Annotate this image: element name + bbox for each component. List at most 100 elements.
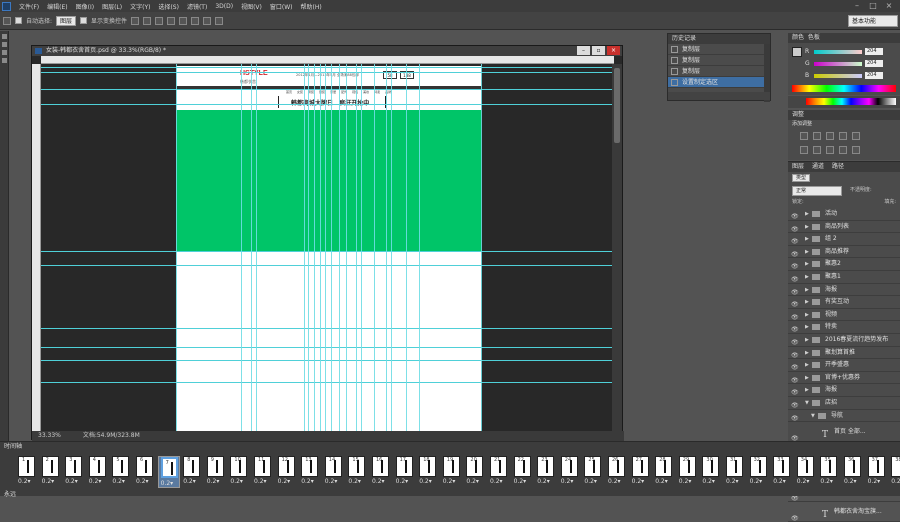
close-icon[interactable]: × xyxy=(884,1,894,10)
frame-delay[interactable]: 0.2▾ xyxy=(702,478,715,485)
timeline-frame[interactable]: 24 0.2▾ xyxy=(559,456,581,488)
visibility-eye-icon[interactable]: 👁 xyxy=(791,312,799,321)
visibility-eye-icon[interactable]: 👁 xyxy=(791,236,799,245)
frame-delay[interactable]: 0.2▾ xyxy=(419,478,432,485)
frame-delay[interactable]: 0.2▾ xyxy=(301,478,314,485)
timeline-frame[interactable]: 38 0.2▾ xyxy=(889,456,900,488)
timeline-frame[interactable]: 8 0.2▾ xyxy=(181,456,203,488)
canvas-area[interactable]: HSTYLE 韩都衣舍 2012年1月—2013年5月 全场满88包邮 58 1… xyxy=(41,64,614,431)
auto-select-checkbox[interactable] xyxy=(15,17,22,24)
layer-row[interactable]: 👁 ▶ 聚惠2 xyxy=(788,258,900,271)
frame-delay[interactable]: 0.2▾ xyxy=(207,478,220,485)
frame-delay[interactable]: 0.2▾ xyxy=(868,478,881,485)
timeline-frame[interactable]: 20 0.2▾ xyxy=(464,456,486,488)
distribute-icon[interactable] xyxy=(203,16,212,25)
align-middle-icon[interactable] xyxy=(143,16,152,25)
frame-delay[interactable]: 0.2▾ xyxy=(655,478,668,485)
timeline-frame[interactable]: 16 0.2▾ xyxy=(370,456,392,488)
frame-delay[interactable]: 0.2▾ xyxy=(325,478,338,485)
frame-delay[interactable]: 0.2▾ xyxy=(230,478,243,485)
tab-channels[interactable]: 通道 xyxy=(812,162,824,172)
levels-icon[interactable] xyxy=(813,132,821,140)
timeline-frame[interactable]: 23 0.2▾ xyxy=(535,456,557,488)
menu-edit[interactable]: 编辑(E) xyxy=(43,2,71,11)
tool-icon[interactable] xyxy=(1,50,7,55)
menu-image[interactable]: 图像(I) xyxy=(72,2,98,11)
tool-icon[interactable] xyxy=(1,58,7,63)
timeline-frame[interactable]: 7 0.2▾ xyxy=(157,456,180,488)
timeline-frame[interactable]: 9 0.2▾ xyxy=(205,456,227,488)
timeline-frame[interactable]: 2 0.2▾ xyxy=(40,456,62,488)
menu-window[interactable]: 窗口(W) xyxy=(266,2,297,11)
r-value[interactable]: 204 xyxy=(865,48,883,55)
timeline-frame[interactable]: 26 0.2▾ xyxy=(606,456,628,488)
timeline-frame[interactable]: 29 0.2▾ xyxy=(677,456,699,488)
menu-filter[interactable]: 滤镜(T) xyxy=(183,2,211,11)
chevron-right-icon[interactable]: ▶ xyxy=(805,372,809,384)
chevron-right-icon[interactable]: ▶ xyxy=(805,233,809,245)
layer-row[interactable]: 👁 ▶ 视频 xyxy=(788,309,900,322)
artboard[interactable]: HSTYLE 韩都衣舍 2012年1月—2013年5月 全场满88包邮 58 1… xyxy=(176,66,481,431)
align-bottom-icon[interactable] xyxy=(155,16,164,25)
layer-row[interactable]: 👁 ▶ 海报 xyxy=(788,384,900,397)
visibility-eye-icon[interactable]: 👁 xyxy=(791,299,799,308)
photo-filter-icon[interactable] xyxy=(839,146,847,154)
bw-icon[interactable] xyxy=(826,146,834,154)
timeline-frame[interactable]: 4 0.2▾ xyxy=(87,456,109,488)
layer-row[interactable]: 👁 ▶ 聚划算首推 xyxy=(788,347,900,360)
g-value[interactable]: 204 xyxy=(865,60,883,67)
layer-row[interactable]: 👁 ▶ 聚惠1 xyxy=(788,271,900,284)
doc-restore-icon[interactable]: ▫ xyxy=(592,46,605,55)
timeline-frame[interactable]: 14 0.2▾ xyxy=(323,456,345,488)
frame-delay[interactable]: 0.2▾ xyxy=(18,478,31,485)
restore-icon[interactable]: □ xyxy=(868,1,878,10)
history-item-active[interactable]: 设置制定选区 xyxy=(668,77,770,88)
visibility-eye-icon[interactable]: 👁 xyxy=(791,362,799,371)
chevron-right-icon[interactable]: ▶ xyxy=(805,271,809,283)
frame-delay[interactable]: 0.2▾ xyxy=(679,478,692,485)
mixer-icon[interactable] xyxy=(852,146,860,154)
frame-delay[interactable]: 0.2▾ xyxy=(254,478,267,485)
history-item[interactable]: 复制层 xyxy=(668,66,770,77)
frame-delay[interactable]: 0.2▾ xyxy=(42,478,55,485)
visibility-eye-icon[interactable]: 👁 xyxy=(791,400,799,409)
color-spectrum[interactable] xyxy=(792,85,896,92)
adjust-tab[interactable]: 调整 xyxy=(788,110,900,120)
frame-delay[interactable]: 0.2▾ xyxy=(891,478,900,485)
frame-delay[interactable]: 0.2▾ xyxy=(443,478,456,485)
timeline-frame[interactable]: 25 0.2▾ xyxy=(582,456,604,488)
visibility-eye-icon[interactable]: 👁 xyxy=(791,387,799,396)
visibility-eye-icon[interactable]: 👁 xyxy=(791,224,799,233)
chevron-right-icon[interactable]: ▶ xyxy=(805,296,809,308)
horizontal-ruler[interactable] xyxy=(41,56,614,64)
menu-select[interactable]: 选择(S) xyxy=(154,2,183,11)
visibility-eye-icon[interactable]: 👁 xyxy=(791,350,799,359)
timeline-frame[interactable]: 35 0.2▾ xyxy=(818,456,840,488)
layer-row[interactable]: 👁 T 首页 全部... xyxy=(788,422,900,443)
chevron-right-icon[interactable]: ▶ xyxy=(805,221,809,233)
visibility-eye-icon[interactable]: 👁 xyxy=(791,509,799,521)
timeline-frame[interactable]: 12 0.2▾ xyxy=(276,456,298,488)
chevron-down-icon[interactable]: ▼ xyxy=(805,397,809,409)
history-item[interactable]: 复制层 xyxy=(668,44,770,55)
chevron-right-icon[interactable]: ▶ xyxy=(805,384,809,396)
visibility-eye-icon[interactable]: 👁 xyxy=(791,261,799,270)
layer-row[interactable]: 👁 ▶ 商品列表 xyxy=(788,221,900,234)
layer-row[interactable]: 👁 ▶ 2016春夏流行趋势发布 xyxy=(788,334,900,347)
timeline-frame[interactable]: 6 0.2▾ xyxy=(134,456,156,488)
timeline-frame[interactable]: 13 0.2▾ xyxy=(299,456,321,488)
canvas-vertical-scrollbar[interactable] xyxy=(612,64,622,431)
frame-delay[interactable]: 0.2▾ xyxy=(750,478,763,485)
visibility-eye-icon[interactable]: 👁 xyxy=(791,324,799,333)
menu-layer[interactable]: 图层(L) xyxy=(98,2,126,11)
b-value[interactable]: 204 xyxy=(865,72,883,79)
frame-delay[interactable]: 0.2▾ xyxy=(490,478,503,485)
timeline-frame[interactable]: 3 0.2▾ xyxy=(63,456,85,488)
minimize-icon[interactable]: – xyxy=(852,1,862,10)
layer-row[interactable]: 👁 T 韩都衣舍淘宝旗... xyxy=(788,502,900,522)
frame-delay[interactable]: 0.2▾ xyxy=(608,478,621,485)
visibility-eye-icon[interactable]: 👁 xyxy=(791,249,799,258)
balance-icon[interactable] xyxy=(813,146,821,154)
layer-row[interactable]: 👁 ▶ 官博+优惠券 xyxy=(788,372,900,385)
chevron-right-icon[interactable]: ▶ xyxy=(805,321,809,333)
